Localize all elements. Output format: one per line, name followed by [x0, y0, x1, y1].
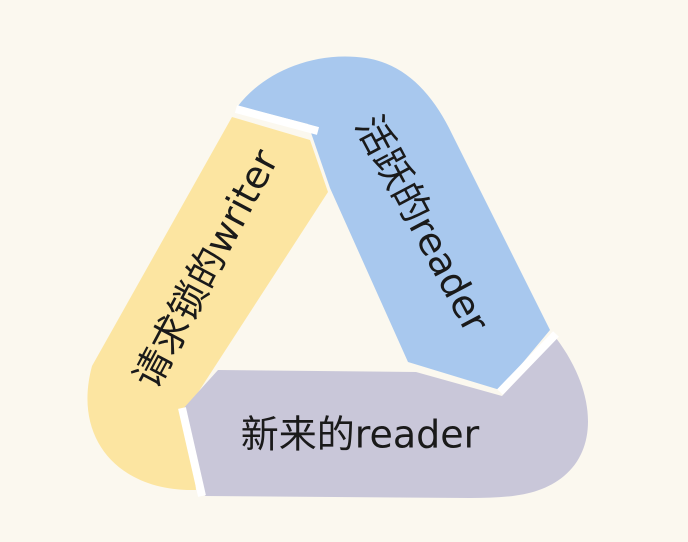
label-new-reader: 新来的reader [241, 413, 480, 457]
cycle-diagram: 请求锁的writer 活跃的reader 新来的reader [0, 0, 688, 542]
diagram-canvas: 请求锁的writer 活跃的reader 新来的reader [0, 0, 688, 542]
